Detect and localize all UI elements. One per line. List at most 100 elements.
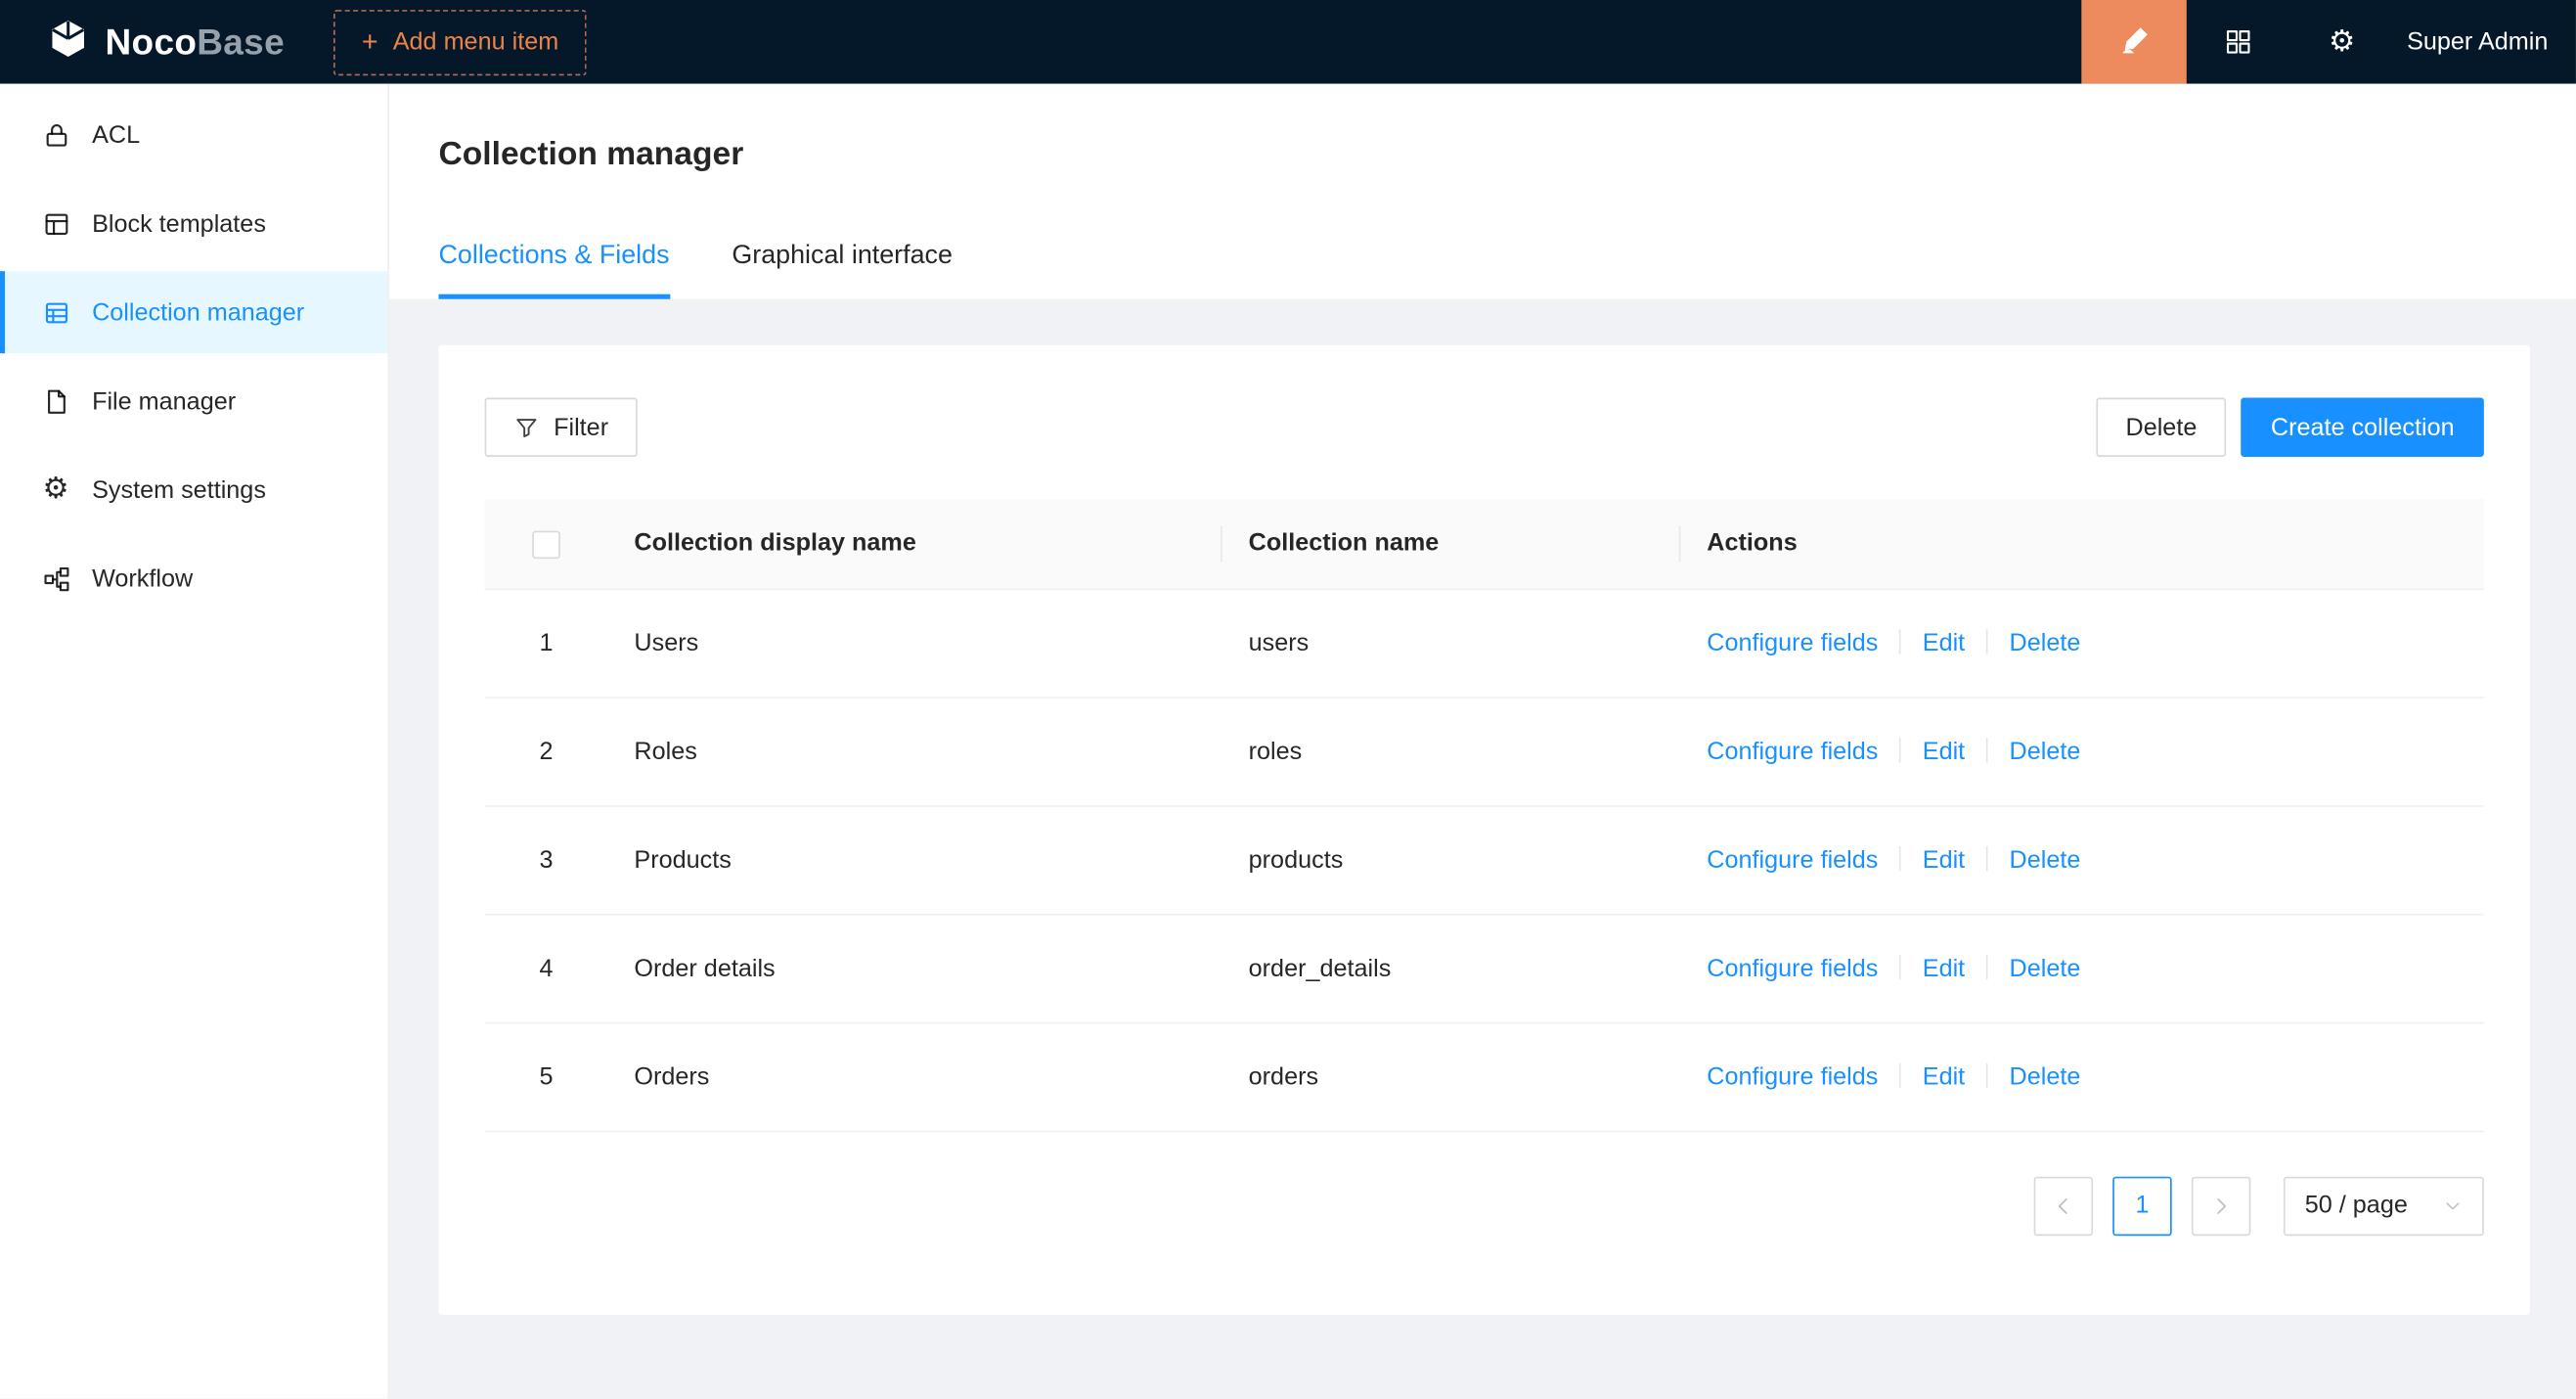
sidebar-item-file-manager[interactable]: File manager <box>0 360 387 442</box>
cell-display-name: Orders <box>608 1022 1222 1131</box>
delete-link[interactable]: Delete <box>2010 954 2081 982</box>
sidebar-item-label: File manager <box>92 387 236 416</box>
chevron-right-icon <box>2209 1194 2233 1217</box>
sidebar-item-acl[interactable]: ACL <box>0 94 387 176</box>
filter-icon <box>514 415 539 439</box>
table-body: 1UsersusersConfigure fieldsEditDelete2Ro… <box>485 588 2484 1130</box>
cell-collection-name: users <box>1222 588 1681 697</box>
action-divider <box>1899 1062 1901 1087</box>
action-divider <box>1899 629 1901 654</box>
cell-actions: Configure fields Edit Delete <box>1680 914 2483 1022</box>
app: NocoBase + Add menu item ⚙ Super Admin A… <box>0 0 2576 1399</box>
user-name[interactable]: Super Admin <box>2394 28 2576 57</box>
cell-display-name: Products <box>608 805 1222 914</box>
chevron-down-icon <box>2443 1196 2463 1215</box>
plugins-button[interactable] <box>2187 0 2290 84</box>
filter-button[interactable]: Filter <box>485 398 639 457</box>
sidebar-menu: ACL Block templates Collection manager File… <box>0 84 389 1399</box>
cell-collection-name: order_details <box>1222 914 1681 1022</box>
edit-link[interactable]: Edit <box>1923 954 1965 982</box>
pagination: 1 50 / page <box>485 1176 2484 1235</box>
create-collection-button[interactable]: Create collection <box>2242 398 2484 457</box>
configure-fields-link[interactable]: Configure fields <box>1707 954 1878 982</box>
collection-icon <box>41 298 70 327</box>
action-divider <box>1986 1062 1988 1087</box>
nocobase-logo[interactable]: NocoBase <box>46 17 285 68</box>
configure-fields-link[interactable]: Configure fields <box>1707 1062 1878 1091</box>
next-page-button[interactable] <box>2192 1176 2250 1235</box>
page-header: Collection manager Collections & Fields G… <box>389 84 2576 301</box>
file-icon <box>41 387 70 416</box>
collections-card: Filter Delete Create collection Collecti… <box>439 345 2530 1315</box>
block-template-icon <box>41 209 70 238</box>
tab-graphical-interface[interactable]: Graphical interface <box>732 242 953 299</box>
configure-fields-link[interactable]: Configure fields <box>1707 737 1878 765</box>
delete-link[interactable]: Delete <box>2010 737 2081 765</box>
edit-link[interactable]: Edit <box>1923 1062 1965 1091</box>
column-collection-name: Collection name <box>1222 500 1681 589</box>
cell-display-name: Order details <box>608 914 1222 1022</box>
page-size-value: 50 / page <box>2305 1192 2408 1220</box>
page-1-button[interactable]: 1 <box>2112 1176 2171 1235</box>
layout: ACL Block templates Collection manager File… <box>0 84 2576 1399</box>
logo-noco: Noco <box>106 21 198 62</box>
cell-collection-name: roles <box>1222 697 1681 805</box>
delete-link[interactable]: Delete <box>2010 845 2081 874</box>
row-index: 5 <box>485 1022 608 1131</box>
column-display-name: Collection display name <box>608 500 1222 589</box>
logo-text: NocoBase <box>106 21 285 64</box>
action-divider <box>1986 737 1988 761</box>
delete-link[interactable]: Delete <box>2010 629 2081 657</box>
design-mode-button[interactable] <box>2081 0 2187 84</box>
configure-fields-link[interactable]: Configure fields <box>1707 845 1878 874</box>
action-divider <box>1899 845 1901 870</box>
tabs: Collections & Fields Graphical interface <box>439 242 2527 299</box>
system-settings-button[interactable]: ⚙ <box>2290 0 2394 84</box>
tab-collections-fields[interactable]: Collections & Fields <box>439 242 670 299</box>
chevron-left-icon <box>2052 1194 2075 1217</box>
action-divider <box>1899 954 1901 978</box>
content-area: Filter Delete Create collection Collecti… <box>389 300 2576 1398</box>
cell-collection-name: products <box>1222 805 1681 914</box>
sidebar-item-label: System settings <box>92 475 266 504</box>
prev-page-button[interactable] <box>2034 1176 2093 1235</box>
delete-link[interactable]: Delete <box>2010 1062 2081 1091</box>
appstore-icon <box>2225 28 2253 57</box>
edit-link[interactable]: Edit <box>1923 845 1965 874</box>
topbar-right: ⚙ Super Admin <box>2081 0 2575 84</box>
sidebar-item-label: Block templates <box>92 209 266 238</box>
sidebar-item-block-templates[interactable]: Block templates <box>0 182 387 264</box>
page-size-select[interactable]: 50 / page <box>2284 1176 2484 1235</box>
cell-collection-name: orders <box>1222 1022 1681 1131</box>
top-header: NocoBase + Add menu item ⚙ Super Admin <box>0 0 2576 84</box>
sidebar-item-workflow[interactable]: Workflow <box>0 537 387 619</box>
table-toolbar: Filter Delete Create collection <box>485 398 2484 457</box>
action-divider <box>1899 737 1901 761</box>
table-row: 4Order detailsorder_detailsConfigure fie… <box>485 914 2484 1022</box>
add-menu-item-label: Add menu item <box>393 28 558 57</box>
cell-actions: Configure fields Edit Delete <box>1680 805 2483 914</box>
delete-button[interactable]: Delete <box>2096 398 2226 457</box>
edit-link[interactable]: Edit <box>1923 737 1965 765</box>
sidebar-item-label: Workflow <box>92 564 193 593</box>
action-divider <box>1986 845 1988 870</box>
lock-icon <box>41 120 70 149</box>
configure-fields-link[interactable]: Configure fields <box>1707 629 1878 657</box>
cell-actions: Configure fields Edit Delete <box>1680 588 2483 697</box>
filter-label: Filter <box>554 413 608 441</box>
gear-icon: ⚙ <box>41 474 70 504</box>
select-all-checkbox[interactable] <box>532 530 560 559</box>
gear-icon: ⚙ <box>2329 27 2355 57</box>
edit-link[interactable]: Edit <box>1923 629 1965 657</box>
page-title: Collection manager <box>439 133 2527 176</box>
row-index: 1 <box>485 588 608 697</box>
add-menu-item-button[interactable]: + Add menu item <box>333 9 586 74</box>
action-divider <box>1986 629 1988 654</box>
cell-actions: Configure fields Edit Delete <box>1680 1022 2483 1131</box>
sidebar-item-system-settings[interactable]: ⚙ System settings <box>0 449 387 531</box>
row-index: 2 <box>485 697 608 805</box>
sidebar-item-collection-manager[interactable]: Collection manager <box>0 271 387 353</box>
main-content: Collection manager Collections & Fields G… <box>389 84 2576 1399</box>
action-divider <box>1986 954 1988 978</box>
nocobase-cube-icon <box>46 17 90 68</box>
